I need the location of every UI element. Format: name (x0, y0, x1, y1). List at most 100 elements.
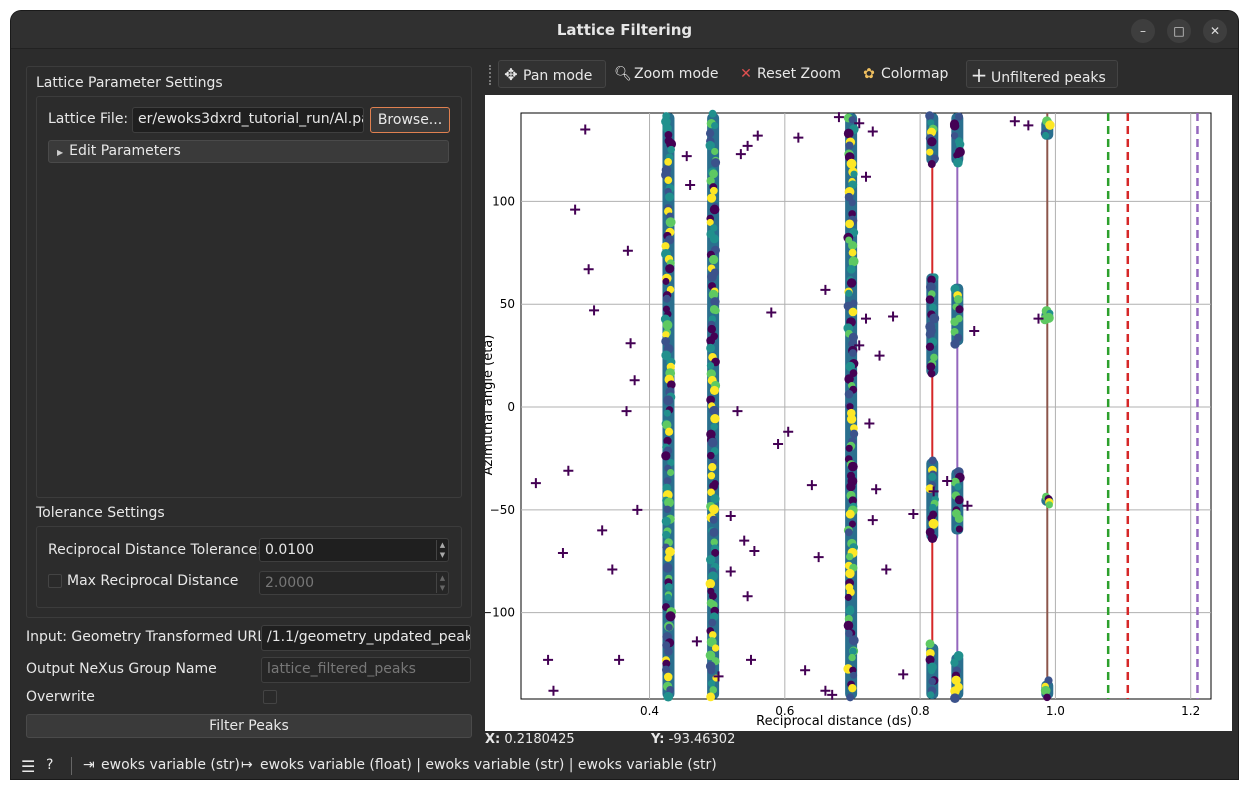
peak-point (1043, 693, 1051, 702)
status-bar: ☰ ? ⇥ ewoks variable (str) ↦ ewoks varia… (11, 755, 1238, 779)
peak-point (662, 277, 670, 285)
peak-point (847, 265, 856, 274)
toolbar-handle-icon[interactable] (489, 65, 493, 85)
peak-point (927, 160, 936, 168)
output-port-icon: ↦ (241, 757, 253, 773)
minimize-button[interactable]: – (1131, 19, 1155, 43)
x-tick-label: 1.0 (1046, 704, 1065, 718)
peak-point (707, 324, 717, 334)
peak-point (708, 109, 717, 118)
peak-point (845, 141, 854, 150)
close-button[interactable]: ✕ (1203, 19, 1227, 43)
app-window: Lattice Filtering – □ ✕ Lattice Paramete… (11, 11, 1238, 779)
max-distance-checkbox[interactable] (48, 574, 62, 588)
peak-point (662, 530, 671, 539)
peak-point (953, 157, 963, 168)
input-url-field[interactable]: /1.1/geometry_updated_peaks (261, 625, 471, 651)
max-distance-input[interactable]: 2.0000 (259, 571, 449, 595)
peak-point (664, 158, 672, 166)
edit-parameters-label: Edit Parameters (69, 143, 181, 159)
plot-toolbar: ✥ Pan mode 🔍︎ Zoom mode ✕ Reset Zoom ✿ Color… (485, 57, 1232, 93)
peak-point (705, 579, 716, 589)
peak-point (928, 518, 939, 529)
peak-point (706, 361, 715, 370)
help-icon[interactable]: ? (46, 757, 53, 773)
peak-point (845, 509, 855, 519)
lattice-file-input[interactable]: er/ewoks3dxrd_tutorial_run/Al.par (132, 107, 364, 133)
x-coordinate-value: 0.2180425 (504, 732, 575, 747)
peak-point (845, 289, 853, 297)
peak-point (707, 271, 717, 282)
peak-point (925, 639, 935, 649)
peak-point (664, 427, 674, 436)
unfiltered-peaks-button[interactable]: + Unfiltered peaks (966, 60, 1118, 88)
colormap-button[interactable]: ✿ Colormap (857, 60, 955, 88)
lattice-file-label: Lattice File: (48, 111, 129, 127)
peak-point (709, 204, 720, 215)
peak-point (708, 254, 719, 265)
x-coordinate-readout: X: 0.2180425 (485, 732, 575, 747)
tolerance-input[interactable]: 0.0100 (259, 538, 449, 562)
x-tick-label: 0.4 (640, 704, 659, 718)
hamburger-menu-icon[interactable]: ☰ (21, 757, 35, 776)
peak-point (844, 593, 852, 601)
max-distance-spin-arrows-icon[interactable]: ▲ ▼ (436, 573, 448, 593)
browse-button[interactable]: Browse... (370, 107, 450, 133)
peak-point (950, 658, 959, 667)
peak-point (953, 294, 963, 304)
peak-point (925, 295, 935, 304)
overwrite-checkbox[interactable] (263, 690, 277, 704)
scatter-plot[interactable]: 0.4 0.6 0.8 1.0 1.2100500−50−100Reciprocal d… (481, 95, 1232, 731)
peak-point (925, 111, 935, 121)
magnifier-icon: 🔍︎ (614, 66, 632, 82)
input-url-label: Input: Geometry Transformed URL (26, 629, 266, 645)
peak-point (661, 451, 671, 461)
zoom-mode-button[interactable]: 🔍︎ Zoom mode (612, 60, 722, 88)
peak-point (850, 671, 858, 679)
x-axis-label: Reciprocal distance (ds) (756, 714, 912, 729)
y-tick-label: −100 (485, 606, 515, 620)
pan-mode-button[interactable]: ✥ Pan mode (498, 60, 606, 88)
peak-point (706, 692, 716, 702)
peak-point (707, 666, 716, 675)
peak-point (708, 618, 717, 627)
peak-point (712, 306, 720, 315)
input-variables-label: ewoks variable (str) (101, 757, 240, 773)
peak-point (662, 320, 673, 330)
peak-point (926, 148, 934, 156)
peak-point (664, 593, 672, 601)
lattice-group-title: Lattice Parameter Settings (36, 75, 223, 91)
tolerance-spin-arrows-icon[interactable]: ▲ ▼ (436, 540, 448, 560)
peak-point (709, 515, 718, 524)
peak-point (848, 653, 856, 662)
filter-peaks-button[interactable]: Filter Peaks (26, 714, 472, 738)
reset-zoom-button[interactable]: ✕ Reset Zoom (735, 60, 843, 88)
peak-point (848, 199, 856, 207)
peak-point (950, 121, 960, 131)
title-bar[interactable]: Lattice Filtering – □ ✕ (11, 11, 1238, 49)
peak-point (950, 693, 960, 704)
peak-point (848, 635, 859, 646)
peak-point (954, 514, 964, 523)
peak-point (1045, 120, 1055, 130)
plot-area[interactable]: 0.4 0.6 0.8 1.0 1.2 100 50 0 −50 −100 Reciprocal d… (481, 95, 1232, 731)
peak-point (950, 339, 960, 349)
peak-point (664, 554, 672, 562)
maximize-button[interactable]: □ (1167, 19, 1191, 43)
peak-point (710, 297, 720, 307)
peak-point (664, 647, 673, 656)
window-title: Lattice Filtering (556, 21, 693, 39)
peak-point (843, 620, 854, 631)
peak-point (846, 278, 857, 288)
peak-point (667, 468, 675, 477)
peak-point (849, 647, 857, 656)
edit-parameters-toggle[interactable]: ▶ Edit Parameters (48, 140, 449, 163)
output-group-field[interactable]: lattice_filtered_peaks (261, 657, 471, 683)
y-tick-label: 0 (507, 400, 515, 414)
peak-point (706, 193, 717, 203)
peak-point (848, 349, 857, 357)
output-variables-label: ewoks variable (float) | ewoks variable … (260, 757, 717, 773)
peak-point (847, 414, 857, 424)
peak-point (845, 568, 855, 579)
peak-point (663, 395, 674, 406)
